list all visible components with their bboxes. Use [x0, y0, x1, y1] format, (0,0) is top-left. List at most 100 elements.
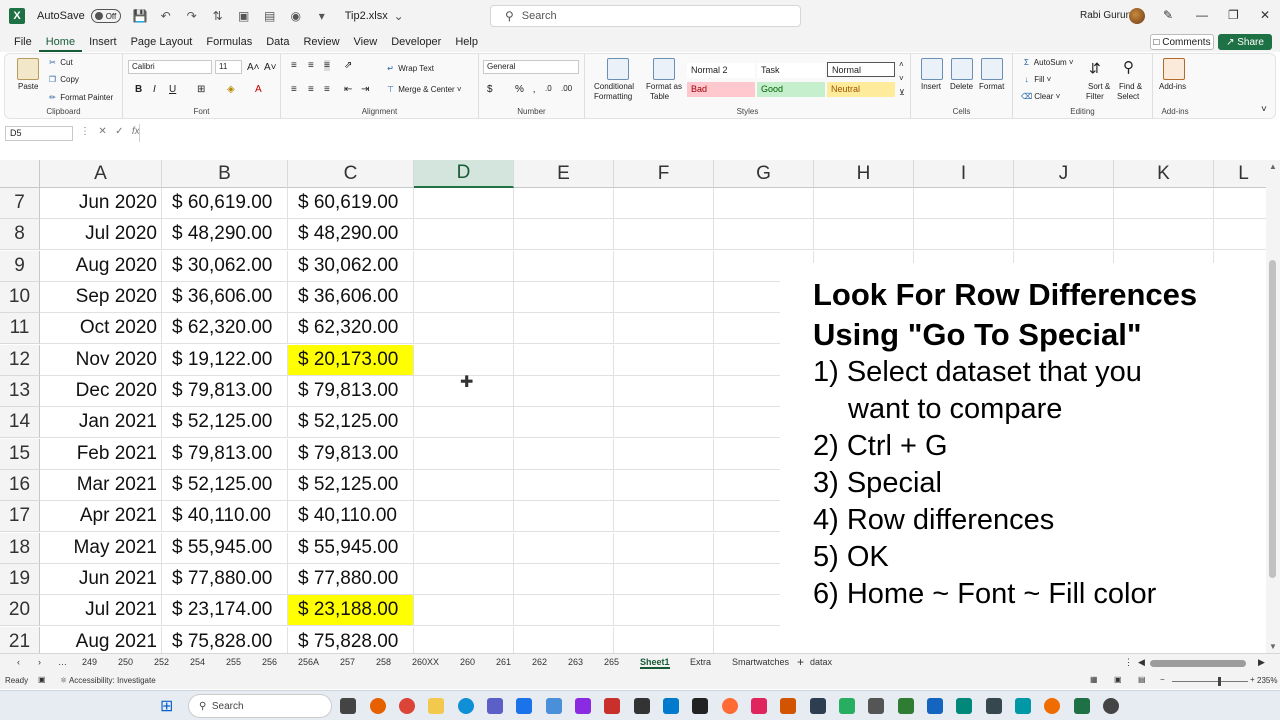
clear-button[interactable]: ⌫ Clear ˅ [1021, 92, 1060, 101]
tab-page-layout[interactable]: Page Layout [124, 32, 200, 52]
cell-e8[interactable] [514, 219, 614, 251]
style-normal-2[interactable]: Normal 2 [687, 63, 755, 78]
percent-icon[interactable]: % [515, 84, 524, 95]
print-preview-icon[interactable]: ▤ [263, 9, 277, 23]
app-icon[interactable] [956, 698, 972, 714]
cell-c18[interactable]: $ 55,945.00 [288, 532, 414, 564]
cell-a14[interactable]: Jan 2021 [40, 407, 162, 439]
style-task[interactable]: Task [757, 63, 825, 78]
app-icon[interactable] [810, 698, 826, 714]
wrap-text-button[interactable]: ↵ Wrap Text [385, 64, 434, 73]
conditional-formatting-label-1[interactable]: Conditional [594, 82, 634, 91]
horizontal-scroll-thumb[interactable] [1150, 660, 1246, 667]
tab-file[interactable]: File [7, 32, 39, 52]
row-header[interactable]: 12 [0, 344, 40, 376]
app-icon[interactable] [487, 698, 503, 714]
column-header-f[interactable]: F [614, 160, 714, 188]
cell-a16[interactable]: Mar 2021 [40, 469, 162, 501]
cell-b12[interactable]: $ 19,122.00 [162, 344, 288, 376]
tab-review[interactable]: Review [296, 32, 346, 52]
save-icon[interactable]: 💾 [133, 9, 148, 23]
cell-d18[interactable] [414, 532, 514, 564]
customize-qat-icon[interactable]: ▾ [315, 9, 329, 23]
row-header[interactable]: 19 [0, 563, 40, 595]
cell-e7[interactable] [514, 188, 614, 219]
cell-f13[interactable] [614, 375, 714, 407]
firefox-icon[interactable] [370, 698, 386, 714]
cell-b11[interactable]: $ 62,320.00 [162, 313, 288, 345]
column-header-h[interactable]: H [814, 160, 914, 188]
cell-f19[interactable] [614, 563, 714, 595]
app-icon[interactable] [927, 698, 943, 714]
cell-a12[interactable]: Nov 2020 [40, 344, 162, 376]
increase-font-icon[interactable]: A˄ [247, 62, 260, 73]
cell-b18[interactable]: $ 55,945.00 [162, 532, 288, 564]
cell-e10[interactable] [514, 281, 614, 313]
hscroll-right-icon[interactable]: ▶ [1258, 657, 1265, 668]
close-icon[interactable]: ✕ [1260, 8, 1270, 22]
sheet-tab[interactable]: 250 [118, 657, 133, 667]
cell-l7[interactable] [1214, 188, 1266, 219]
cell-b20[interactable]: $ 23,174.00 [162, 595, 288, 627]
bold-icon[interactable]: B [135, 84, 142, 95]
cell-d12[interactable] [414, 344, 514, 376]
style-bad[interactable]: Bad [687, 82, 755, 97]
cell-d17[interactable] [414, 501, 514, 533]
app-icon[interactable] [1015, 698, 1031, 714]
cell-a8[interactable]: Jul 2020 [40, 219, 162, 251]
font-name-select[interactable]: Calibri [128, 60, 212, 74]
zoom-slider-thumb[interactable] [1218, 677, 1221, 686]
next-sheet-icon[interactable]: › [38, 657, 41, 667]
cell-c17[interactable]: $ 40,110.00 [288, 501, 414, 533]
find-select-icon[interactable]: ⚲ [1123, 58, 1134, 76]
more-sheets-icon[interactable]: … [58, 657, 67, 667]
sheet-tab[interactable]: 256 [262, 657, 277, 667]
decrease-font-icon[interactable]: A˅ [264, 62, 277, 73]
row-header[interactable]: 15 [0, 438, 40, 470]
sort-icon[interactable]: ⇅ [211, 9, 225, 23]
align-top-icon[interactable]: ≡ [291, 60, 297, 71]
chevron-down-icon[interactable]: ⌄ [392, 9, 406, 23]
share-button[interactable]: ↗ Share [1218, 34, 1272, 50]
cell-b8[interactable]: $ 48,290.00 [162, 219, 288, 251]
column-header-i[interactable]: I [914, 160, 1014, 188]
styles-scroll-up-icon[interactable]: ˄ [899, 60, 904, 69]
snipping-icon[interactable] [546, 698, 562, 714]
sheet-tab[interactable]: Smartwatches [732, 657, 789, 667]
cell-e12[interactable] [514, 344, 614, 376]
style-neutral[interactable]: Neutral [827, 82, 895, 97]
find-select-label-2[interactable]: Select [1117, 92, 1139, 101]
cell-c9[interactable]: $ 30,062.00 [288, 250, 414, 282]
row-header[interactable]: 13 [0, 375, 40, 407]
align-middle-icon[interactable]: ≡ [308, 60, 314, 71]
underline-icon[interactable]: U [169, 84, 176, 95]
format-as-table-label-2[interactable]: Table [650, 92, 669, 101]
cell-g7[interactable] [714, 188, 814, 219]
name-box[interactable]: D5 [5, 126, 73, 141]
cell-e17[interactable] [514, 501, 614, 533]
cell-k7[interactable] [1114, 188, 1214, 219]
taskbar-search-input[interactable]: ⚲ Search [188, 694, 332, 718]
cell-a18[interactable]: May 2021 [40, 532, 162, 564]
merge-center-button[interactable]: ⊤ Merge & Center ˅ [385, 85, 462, 94]
row-header[interactable]: 20 [0, 595, 40, 627]
cell-a20[interactable]: Jul 2021 [40, 595, 162, 627]
cell-e21[interactable] [514, 626, 614, 653]
vertical-scroll-thumb[interactable] [1269, 260, 1276, 578]
minimize-icon[interactable]: — [1196, 8, 1208, 22]
insert-cells-button[interactable]: Insert [921, 82, 941, 91]
collapse-ribbon-icon[interactable]: ˅ [1261, 104, 1267, 115]
sheet-tab[interactable]: Extra [690, 657, 711, 667]
format-as-table-icon[interactable] [653, 58, 675, 80]
currency-icon[interactable]: $ [487, 84, 493, 95]
tab-split-icon[interactable]: ⋮ [1124, 657, 1133, 668]
prev-sheet-icon[interactable]: ‹ [17, 657, 20, 667]
cell-f10[interactable] [614, 281, 714, 313]
increase-indent-icon[interactable]: ⇥ [361, 84, 369, 95]
select-all-corner[interactable] [0, 160, 40, 188]
sort-filter-label-2[interactable]: Filter [1086, 92, 1104, 101]
cell-c11[interactable]: $ 62,320.00 [288, 313, 414, 345]
row-header[interactable]: 16 [0, 469, 40, 501]
vertical-scrollbar[interactable]: ▲ ▼ [1266, 160, 1280, 653]
increase-decimal-icon[interactable]: .0 [545, 84, 552, 93]
